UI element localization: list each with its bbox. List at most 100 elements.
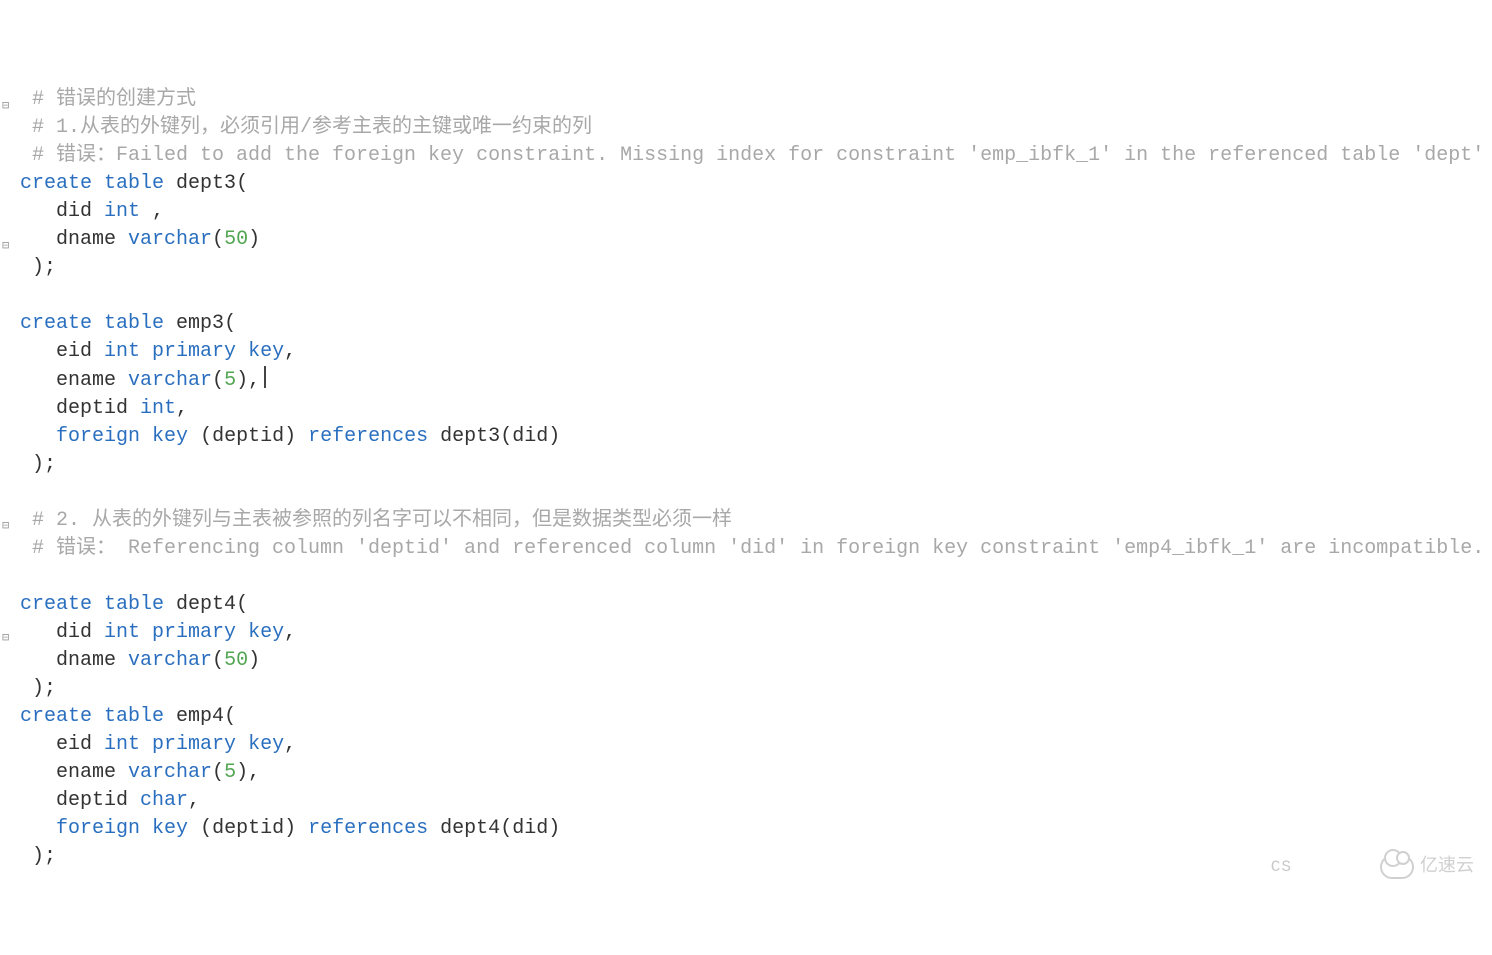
code-token: int: [140, 397, 176, 420]
code-line[interactable]: create table dept4(: [20, 591, 1492, 619]
code-token: ,: [152, 200, 164, 223]
code-token: ,: [176, 397, 188, 420]
code-line[interactable]: did int primary key,: [20, 619, 1492, 647]
code-token: primary: [152, 621, 236, 644]
code-token: (: [236, 172, 248, 195]
code-token: (: [224, 312, 236, 335]
code-token: ),: [236, 761, 260, 784]
code-token: ename: [20, 761, 128, 784]
code-editor[interactable]: ⊟ ⊟ ⊟ ⊟ # 错误的创建方式 # 1.从表的外键列，必须引用/参考主表的主键或唯…: [0, 0, 1492, 899]
code-token: [140, 817, 152, 840]
code-line[interactable]: # 1.从表的外键列，必须引用/参考主表的主键或唯一约束的列: [20, 114, 1492, 142]
code-line[interactable]: # 错误：Failed to add the foreign key const…: [20, 142, 1492, 170]
code-line[interactable]: foreign key (deptid) references dept4(di…: [20, 815, 1492, 843]
code-line[interactable]: [20, 479, 1492, 507]
code-token: varchar: [128, 649, 212, 672]
code-token: ): [284, 817, 296, 840]
code-token: [92, 705, 104, 728]
code-token: 5: [224, 369, 236, 392]
code-token: emp3: [164, 312, 224, 335]
code-token: [20, 817, 56, 840]
code-token: [20, 425, 56, 448]
fold-collapse-icon[interactable]: ⊟: [2, 512, 9, 540]
code-token: [92, 312, 104, 335]
code-line[interactable]: ename varchar(5),: [20, 366, 1492, 395]
code-token: [92, 593, 104, 616]
code-line[interactable]: create table emp4(: [20, 703, 1492, 731]
code-token: key: [248, 733, 284, 756]
code-token: ,: [284, 733, 296, 756]
code-line[interactable]: # 错误： Referencing column 'deptid' and re…: [20, 535, 1492, 563]
code-area[interactable]: # 错误的创建方式 # 1.从表的外键列，必须引用/参考主表的主键或唯一约束的列…: [20, 86, 1492, 871]
code-token: did: [20, 200, 104, 223]
code-token: foreign: [56, 425, 140, 448]
code-token: create: [20, 172, 92, 195]
code-token: varchar: [128, 761, 212, 784]
code-token: [188, 817, 200, 840]
code-token: int: [104, 733, 140, 756]
code-token: );: [20, 845, 56, 868]
code-token: deptid: [212, 817, 284, 840]
code-line[interactable]: [20, 563, 1492, 591]
code-token: char: [140, 789, 188, 812]
fold-collapse-icon[interactable]: ⊟: [2, 232, 9, 260]
code-token: [140, 200, 152, 223]
code-token: create: [20, 705, 92, 728]
fold-collapse-icon[interactable]: ⊟: [2, 624, 9, 652]
code-token: deptid: [20, 789, 140, 812]
code-line[interactable]: dname varchar(50): [20, 647, 1492, 675]
code-token: (: [236, 593, 248, 616]
code-token: did: [20, 621, 104, 644]
fold-collapse-icon[interactable]: ⊟: [2, 92, 9, 120]
code-line[interactable]: [20, 282, 1492, 310]
code-token: (: [212, 228, 224, 251]
code-token: (: [200, 425, 212, 448]
code-token: ): [248, 228, 260, 251]
code-token: # 错误：Failed to add the foreign key const…: [20, 144, 1484, 167]
code-line[interactable]: ename varchar(5),: [20, 759, 1492, 787]
code-line[interactable]: eid int primary key,: [20, 731, 1492, 759]
code-token: [140, 340, 152, 363]
code-token: key: [248, 340, 284, 363]
code-token: deptid: [212, 425, 284, 448]
code-line[interactable]: );: [20, 451, 1492, 479]
code-token: dept4: [428, 817, 500, 840]
code-token: # 2. 从表的外键列与主表被参照的列名字可以不相同，但是数据类型必须一样: [20, 509, 732, 532]
code-line[interactable]: # 错误的创建方式: [20, 86, 1492, 114]
code-token: dname: [20, 649, 128, 672]
code-token: int: [104, 621, 140, 644]
code-token: (: [212, 761, 224, 784]
code-line[interactable]: deptid char,: [20, 787, 1492, 815]
code-token: );: [20, 453, 56, 476]
code-line[interactable]: deptid int,: [20, 395, 1492, 423]
code-token: int: [104, 340, 140, 363]
code-line[interactable]: );: [20, 675, 1492, 703]
code-line[interactable]: create table emp3(: [20, 310, 1492, 338]
code-line[interactable]: # 2. 从表的外键列与主表被参照的列名字可以不相同，但是数据类型必须一样: [20, 507, 1492, 535]
code-token: ): [548, 817, 560, 840]
code-token: ,: [188, 789, 200, 812]
code-token: [140, 733, 152, 756]
code-token: eid: [20, 733, 104, 756]
code-token: key: [152, 425, 188, 448]
code-token: ,: [284, 621, 296, 644]
code-line[interactable]: create table dept3(: [20, 170, 1492, 198]
code-token: eid: [20, 340, 104, 363]
code-token: did: [512, 817, 548, 840]
watermark-logo: 亿速云: [1380, 853, 1474, 881]
code-token: varchar: [128, 228, 212, 251]
code-token: (: [212, 369, 224, 392]
watermark-partial: CS: [1271, 853, 1292, 881]
code-token: [140, 621, 152, 644]
code-token: ): [548, 425, 560, 448]
code-line[interactable]: dname varchar(50): [20, 226, 1492, 254]
code-line[interactable]: did int ,: [20, 198, 1492, 226]
code-line[interactable]: eid int primary key,: [20, 338, 1492, 366]
code-line[interactable]: );: [20, 254, 1492, 282]
code-token: did: [512, 425, 548, 448]
code-token: dept3: [428, 425, 500, 448]
code-token: dname: [20, 228, 128, 251]
code-token: ): [284, 425, 296, 448]
code-line[interactable]: foreign key (deptid) references dept3(di…: [20, 423, 1492, 451]
code-token: create: [20, 593, 92, 616]
